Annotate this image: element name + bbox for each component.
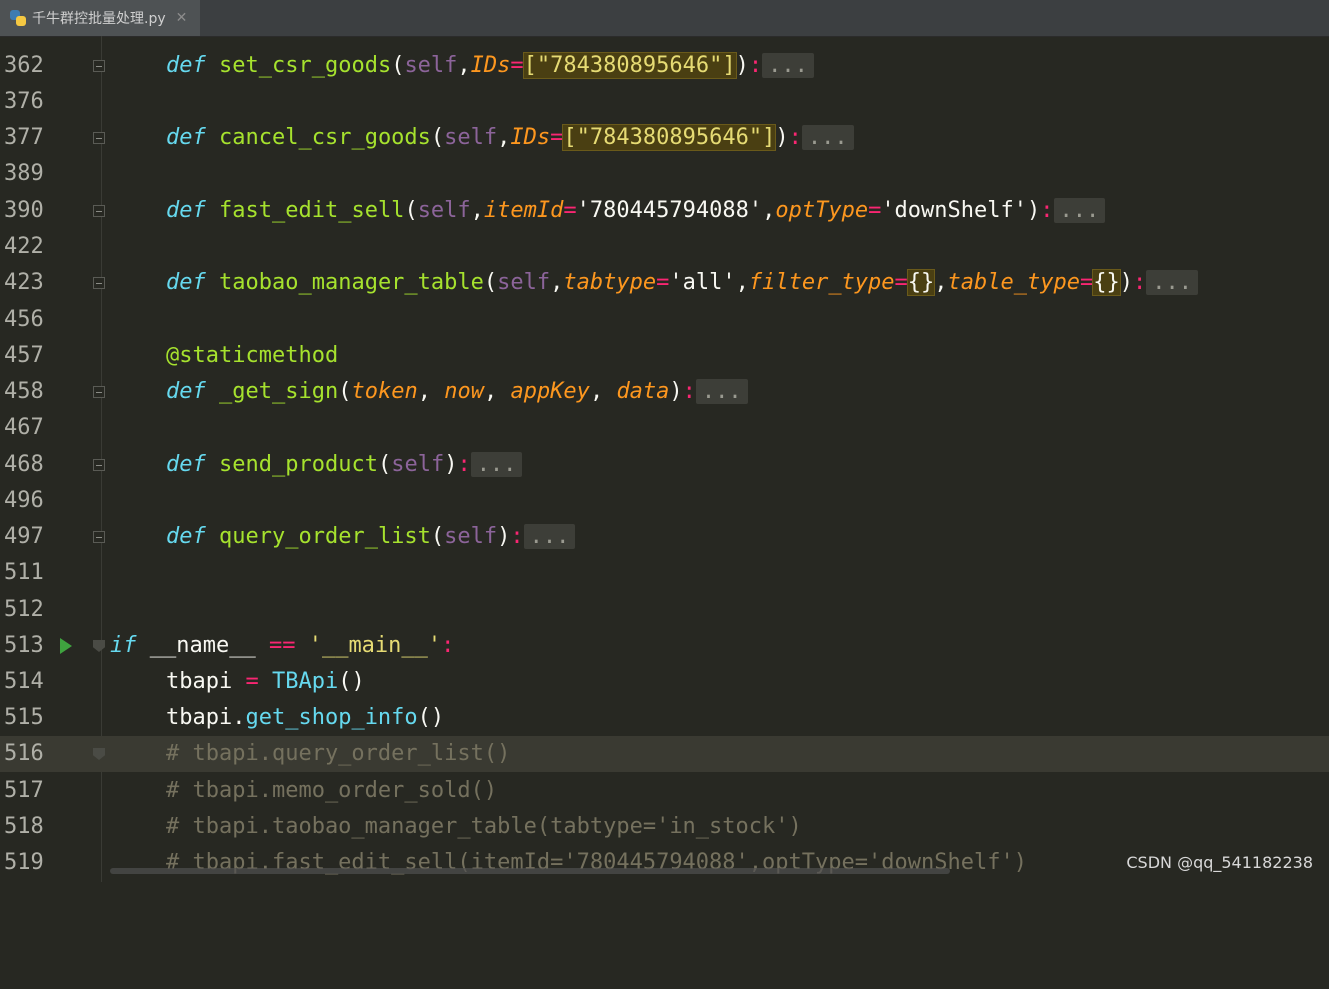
comment-text: # tbapi.query_order_list(): [166, 736, 510, 772]
code-line: 468 def send_product(self):...: [0, 447, 1329, 483]
folded-code-marker[interactable]: ...: [696, 379, 748, 404]
code-line: 518 # tbapi.taobao_manager_table(tabtype…: [0, 809, 1329, 845]
line-number: 518: [4, 809, 44, 845]
fold-toggle-icon[interactable]: [93, 277, 105, 289]
code-text: def _get_sign(token, now, appKey, data):…: [166, 374, 748, 410]
code-text: tbapi = TBApi(): [166, 664, 365, 700]
code-line: 467: [0, 410, 1329, 446]
line-number: 423: [4, 265, 44, 301]
line-number: 512: [4, 592, 44, 628]
line-number: 517: [4, 773, 44, 809]
code-text: def send_product(self):...: [166, 447, 522, 483]
horizontal-scrollbar[interactable]: [110, 868, 950, 874]
fold-toggle-icon[interactable]: [93, 60, 105, 72]
folded-code-marker[interactable]: ...: [762, 53, 814, 78]
code-line: 512: [0, 592, 1329, 628]
line-number: 468: [4, 447, 44, 483]
code-text: def set_csr_goods(self,IDs=["78438089564…: [166, 48, 814, 84]
folded-code-marker[interactable]: ...: [1054, 198, 1106, 223]
file-tab[interactable]: 千牛群控批量处理.py ✕: [0, 0, 200, 36]
fold-toggle-icon[interactable]: [93, 459, 105, 471]
line-number: 422: [4, 229, 44, 265]
fold-toggle-icon[interactable]: [93, 531, 105, 543]
code-line: 362 def set_csr_goods(self,IDs=["7843808…: [0, 48, 1329, 84]
code-line: 456: [0, 302, 1329, 338]
folded-code-marker[interactable]: ...: [1146, 270, 1198, 295]
line-number: 467: [4, 410, 44, 446]
code-text: def query_order_list(self):...: [166, 519, 575, 555]
code-line: 390 def fast_edit_sell(self,itemId='7804…: [0, 193, 1329, 229]
fold-end-icon[interactable]: [93, 640, 105, 652]
folded-code-marker[interactable]: ...: [524, 524, 576, 549]
folded-code-marker[interactable]: ...: [471, 452, 523, 477]
decorator: @staticmethod: [166, 338, 338, 374]
code-line: 423 def taobao_manager_table(self,tabtyp…: [0, 265, 1329, 301]
line-number: 513: [4, 628, 44, 664]
fold-end-icon[interactable]: [93, 748, 105, 760]
code-line: 517 # tbapi.memo_order_sold(): [0, 773, 1329, 809]
code-line: 511: [0, 555, 1329, 591]
line-number: 496: [4, 483, 44, 519]
close-tab-icon[interactable]: ✕: [176, 10, 188, 26]
line-number: 377: [4, 120, 44, 156]
fold-toggle-icon[interactable]: [93, 132, 105, 144]
code-line: 513 if __name__ == '__main__':: [0, 628, 1329, 664]
code-text: def fast_edit_sell(self,itemId='78044579…: [166, 193, 1105, 229]
code-line: 376: [0, 84, 1329, 120]
code-line: 377 def cancel_csr_goods(self,IDs=["7843…: [0, 120, 1329, 156]
line-number: 514: [4, 664, 44, 700]
code-line: 515 tbapi.get_shop_info(): [0, 700, 1329, 736]
code-text: def cancel_csr_goods(self,IDs=["78438089…: [166, 120, 854, 156]
line-number: 511: [4, 555, 44, 591]
code-text: tbapi.get_shop_info(): [166, 700, 444, 736]
line-number: 390: [4, 193, 44, 229]
code-line: 458 def _get_sign(token, now, appKey, da…: [0, 374, 1329, 410]
comment-text: # tbapi.memo_order_sold(): [166, 773, 497, 809]
fold-toggle-icon[interactable]: [93, 386, 105, 398]
code-line: 497 def query_order_list(self):...: [0, 519, 1329, 555]
comment-text: # tbapi.fast_edit_sell(itemId='780445794…: [166, 845, 1027, 881]
run-icon[interactable]: [60, 638, 72, 654]
code-text: def taobao_manager_table(self,tabtype='a…: [166, 265, 1198, 301]
comment-text: # tbapi.taobao_manager_table(tabtype='in…: [166, 809, 802, 845]
code-text: if __name__ == '__main__':: [110, 628, 454, 664]
line-number: 497: [4, 519, 44, 555]
watermark: CSDN @qq_541182238: [1126, 853, 1313, 872]
line-number: 376: [4, 84, 44, 120]
folded-code-marker[interactable]: ...: [802, 125, 854, 150]
code-line: 389: [0, 156, 1329, 192]
line-number: 516: [4, 736, 44, 772]
code-line: 496: [0, 483, 1329, 519]
code-line-current: 516 # tbapi.query_order_list(): [0, 736, 1329, 772]
line-number: 515: [4, 700, 44, 736]
line-number: 456: [4, 302, 44, 338]
line-number: 458: [4, 374, 44, 410]
line-number: 457: [4, 338, 44, 374]
file-tab-title: 千牛群控批量处理.py: [32, 8, 166, 28]
python-file-icon: [10, 10, 26, 26]
line-number: 519: [4, 845, 44, 881]
line-number: 362: [4, 48, 44, 84]
line-number: 389: [4, 156, 44, 192]
editor-tab-bar: 千牛群控批量处理.py ✕: [0, 0, 1329, 37]
code-line: 457 @staticmethod: [0, 338, 1329, 374]
code-editor[interactable]: 362 def set_csr_goods(self,IDs=["7843808…: [0, 36, 1329, 882]
code-line: 514 tbapi = TBApi(): [0, 664, 1329, 700]
fold-toggle-icon[interactable]: [93, 205, 105, 217]
code-line: 422: [0, 229, 1329, 265]
